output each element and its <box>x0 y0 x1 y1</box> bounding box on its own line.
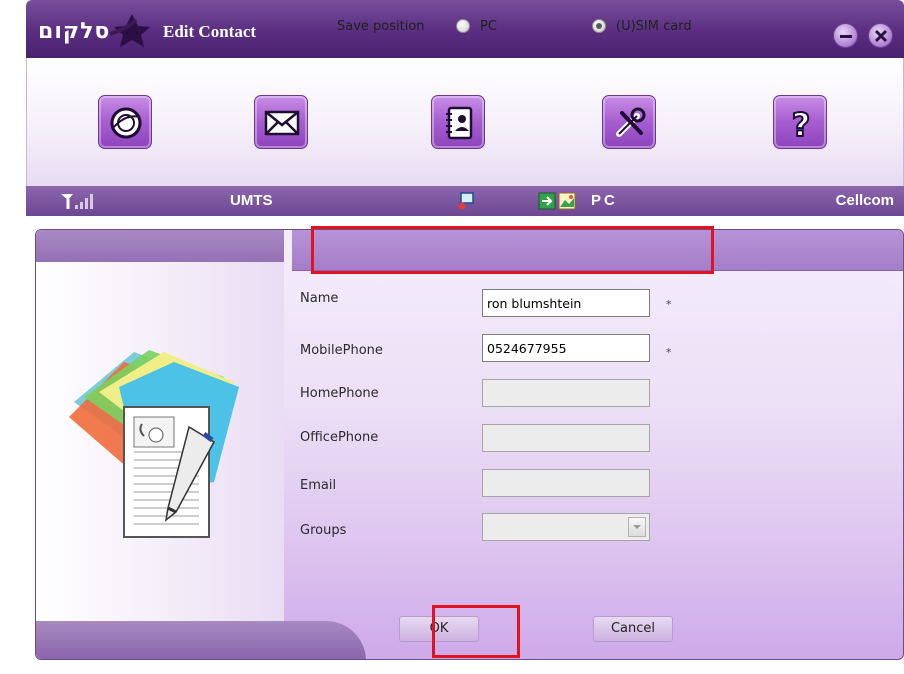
minimize-icon <box>840 35 852 38</box>
panel-header-left <box>36 230 284 262</box>
edit-contact-window: סלקום Edit Contact ? UMTS PC Cellcom Sav… <box>26 0 904 674</box>
save-sim-radio[interactable] <box>592 19 606 33</box>
internet-button[interactable] <box>98 95 152 149</box>
name-input[interactable]: ron blumshtein <box>482 289 650 317</box>
mobile-phone-required-mark: * <box>666 346 672 359</box>
save-position-bar <box>292 230 903 271</box>
groups-select[interactable] <box>482 513 650 541</box>
contact-card-illustration <box>69 350 239 538</box>
tools-button[interactable] <box>602 95 656 149</box>
help-button[interactable]: ? <box>773 95 827 149</box>
minimize-button[interactable] <box>833 23 858 48</box>
image-icon <box>558 192 576 210</box>
contacts-button[interactable] <box>431 95 485 149</box>
save-pc-label[interactable]: PC <box>480 19 497 34</box>
cancel-button[interactable]: Cancel <box>593 616 673 642</box>
sms-button[interactable] <box>254 95 308 149</box>
mobile-phone-label: MobilePhone <box>300 343 383 358</box>
home-phone-input[interactable] <box>482 379 650 407</box>
ok-button[interactable]: OK <box>399 616 479 642</box>
connect-icon <box>538 192 556 210</box>
close-button[interactable] <box>868 23 893 48</box>
email-input[interactable] <box>482 469 650 497</box>
globe-icon <box>110 107 142 139</box>
window-title: Edit Contact <box>163 22 257 41</box>
question-icon: ? <box>791 105 812 143</box>
chevron-down-icon <box>633 525 641 529</box>
panel-footer-left <box>36 621 366 659</box>
save-pc-radio[interactable] <box>456 19 470 33</box>
email-label: Email <box>300 478 337 493</box>
status-bar: UMTS PC Cellcom <box>26 186 904 216</box>
dropdown-arrow[interactable] <box>628 517 646 537</box>
close-icon <box>874 29 888 43</box>
address-book-icon <box>446 106 473 140</box>
home-phone-label: HomePhone <box>300 386 379 401</box>
logo-text: סלקום <box>38 19 111 44</box>
illustration-area <box>36 230 284 659</box>
office-phone-label: OfficePhone <box>300 430 379 445</box>
network-type: UMTS <box>230 192 273 209</box>
device-icon <box>458 192 474 210</box>
name-label: Name <box>300 291 339 306</box>
office-phone-input[interactable] <box>482 424 650 452</box>
tools-icon <box>616 107 646 137</box>
groups-label: Groups <box>300 523 347 538</box>
name-required-mark: * <box>666 298 672 311</box>
save-position-label: Save position <box>337 19 425 34</box>
mobile-phone-input[interactable]: 0524677955 <box>482 334 650 362</box>
envelope-icon <box>264 110 300 136</box>
save-sim-label[interactable]: (U)SIM card <box>616 19 692 34</box>
operator-name: Cellcom <box>835 192 894 209</box>
main-toolbar: ? <box>26 58 904 186</box>
svg-text:?: ? <box>792 106 811 143</box>
signal-strength-icon <box>61 194 93 209</box>
edit-contact-panel <box>35 229 904 660</box>
connection-mode: PC <box>591 192 618 209</box>
